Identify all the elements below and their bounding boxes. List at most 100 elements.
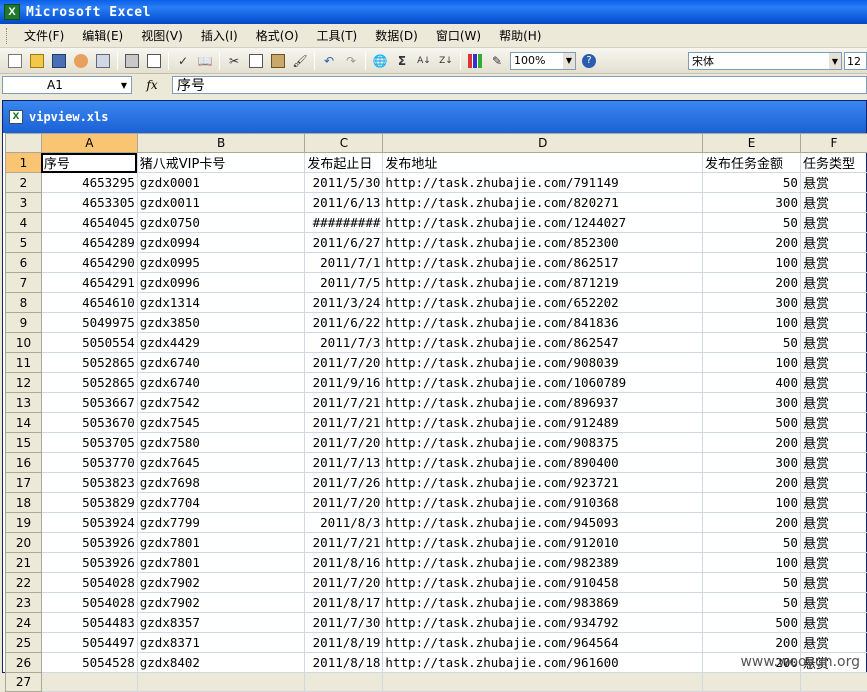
cell-f1[interactable]: 任务类型 [800,153,867,173]
table-cell[interactable]: 悬赏 [800,393,867,413]
table-cell[interactable]: 4653305 [41,193,137,213]
table-cell[interactable]: 300 [703,193,801,213]
table-cell[interactable]: 2011/6/13 [305,193,383,213]
table-cell[interactable]: 悬赏 [800,253,867,273]
row-header[interactable]: 23 [6,593,42,613]
row-header[interactable]: 25 [6,633,42,653]
email-button[interactable] [93,51,113,71]
table-cell[interactable]: 200 [703,473,801,493]
table-cell[interactable] [305,673,383,692]
menu-file[interactable]: 文件(F) [15,25,73,46]
table-cell[interactable]: 200 [703,513,801,533]
table-cell[interactable]: http://task.zhubajie.com/862517 [383,253,703,273]
table-cell[interactable]: 悬赏 [800,573,867,593]
table-cell[interactable]: http://task.zhubajie.com/871219 [383,273,703,293]
select-all-button[interactable] [6,134,42,153]
table-cell[interactable]: 200 [703,433,801,453]
table-cell[interactable]: 2011/7/21 [305,393,383,413]
row-header[interactable]: 16 [6,453,42,473]
table-cell[interactable]: 5053924 [41,513,137,533]
table-cell[interactable]: gzdx7902 [137,573,305,593]
table-cell[interactable]: http://task.zhubajie.com/910368 [383,493,703,513]
table-cell[interactable]: gzdx0001 [137,173,305,193]
menu-edit[interactable]: 编辑(E) [73,25,132,46]
table-cell[interactable]: 悬赏 [800,213,867,233]
undo-button[interactable]: ↶ [319,51,339,71]
table-cell[interactable]: 2011/7/13 [305,453,383,473]
column-header-f[interactable]: F [800,134,867,153]
table-cell[interactable]: http://task.zhubajie.com/912489 [383,413,703,433]
print-button[interactable] [122,51,142,71]
table-cell[interactable] [800,673,867,692]
row-header[interactable]: 9 [6,313,42,333]
row-header[interactable]: 5 [6,233,42,253]
table-cell[interactable]: http://task.zhubajie.com/1060789 [383,373,703,393]
table-cell[interactable]: 2011/7/21 [305,413,383,433]
row-header[interactable]: 12 [6,373,42,393]
table-cell[interactable]: 300 [703,393,801,413]
table-cell[interactable]: gzdx7801 [137,553,305,573]
menu-insert[interactable]: 插入(I) [192,25,247,46]
table-cell[interactable]: 50 [703,533,801,553]
table-cell[interactable]: 2011/8/16 [305,553,383,573]
cell-b1[interactable]: 猪八戒VIP卡号 [137,153,305,173]
table-cell[interactable]: 2011/8/17 [305,593,383,613]
table-cell[interactable]: http://task.zhubajie.com/896937 [383,393,703,413]
table-cell[interactable]: 2011/7/20 [305,573,383,593]
table-cell[interactable]: 2011/7/3 [305,333,383,353]
table-cell[interactable]: 5053667 [41,393,137,413]
table-cell[interactable]: gzdx7645 [137,453,305,473]
zoom-select[interactable]: 100%▼ [510,52,576,70]
row-header[interactable]: 17 [6,473,42,493]
table-cell[interactable]: 4654290 [41,253,137,273]
table-cell[interactable]: http://task.zhubajie.com/890400 [383,453,703,473]
table-cell[interactable]: gzdx3850 [137,313,305,333]
menu-grip[interactable] [6,28,9,44]
table-cell[interactable]: 悬赏 [800,593,867,613]
row-header[interactable]: 2 [6,173,42,193]
row-header[interactable]: 4 [6,213,42,233]
table-cell[interactable]: 2011/5/30 [305,173,383,193]
table-cell[interactable]: gzdx7704 [137,493,305,513]
row-header[interactable]: 20 [6,533,42,553]
table-cell[interactable]: 2011/3/24 [305,293,383,313]
table-cell[interactable]: http://task.zhubajie.com/982389 [383,553,703,573]
menu-format[interactable]: 格式(O) [247,25,308,46]
copy-button[interactable] [246,51,266,71]
table-cell[interactable]: 500 [703,613,801,633]
menu-data[interactable]: 数据(D) [366,25,427,46]
table-cell[interactable]: 5054497 [41,633,137,653]
table-cell[interactable]: 2011/7/20 [305,493,383,513]
table-cell[interactable] [383,673,703,692]
table-cell[interactable]: gzdx0995 [137,253,305,273]
menu-window[interactable]: 窗口(W) [427,25,490,46]
hyperlink-button[interactable]: 🌐 [370,51,390,71]
row-header[interactable]: 24 [6,613,42,633]
chevron-down-icon[interactable]: ▼ [829,53,841,69]
table-cell[interactable]: http://task.zhubajie.com/983869 [383,593,703,613]
table-cell[interactable]: 2011/7/30 [305,613,383,633]
cut-button[interactable]: ✂ [224,51,244,71]
drawing-button[interactable]: ✎ [487,51,507,71]
table-cell[interactable]: ######### [305,213,383,233]
table-cell[interactable]: 5053705 [41,433,137,453]
table-cell[interactable]: gzdx7580 [137,433,305,453]
table-cell[interactable]: 200 [703,633,801,653]
row-header[interactable]: 18 [6,493,42,513]
help-button[interactable]: ? [579,51,599,71]
table-cell[interactable]: 2011/8/18 [305,653,383,673]
table-cell[interactable]: 悬赏 [800,453,867,473]
table-cell[interactable]: 2011/9/16 [305,373,383,393]
table-cell[interactable]: gzdx7545 [137,413,305,433]
menu-view[interactable]: 视图(V) [132,25,192,46]
table-cell[interactable]: 5049975 [41,313,137,333]
table-cell[interactable]: 100 [703,553,801,573]
row-header[interactable]: 13 [6,393,42,413]
sort-descending-button[interactable]: Z↓ [436,51,456,71]
table-cell[interactable]: gzdx0011 [137,193,305,213]
new-button[interactable] [5,51,25,71]
table-cell[interactable]: 悬赏 [800,613,867,633]
table-cell[interactable]: 5054028 [41,573,137,593]
table-cell[interactable]: 50 [703,173,801,193]
table-cell[interactable]: 5054483 [41,613,137,633]
